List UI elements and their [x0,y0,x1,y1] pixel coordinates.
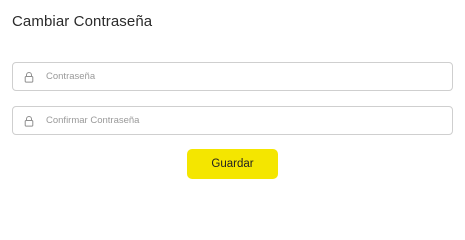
confirm-password-input[interactable] [46,107,446,134]
password-input[interactable] [46,63,446,90]
save-button[interactable]: Guardar [187,149,278,179]
page-title: Cambiar Contraseña [12,13,153,30]
password-field[interactable] [12,62,453,91]
confirm-password-field[interactable] [12,106,453,135]
change-password-panel: Cambiar Contraseña Guardar [0,0,465,210]
lock-icon [24,116,34,127]
lock-icon [24,72,34,83]
